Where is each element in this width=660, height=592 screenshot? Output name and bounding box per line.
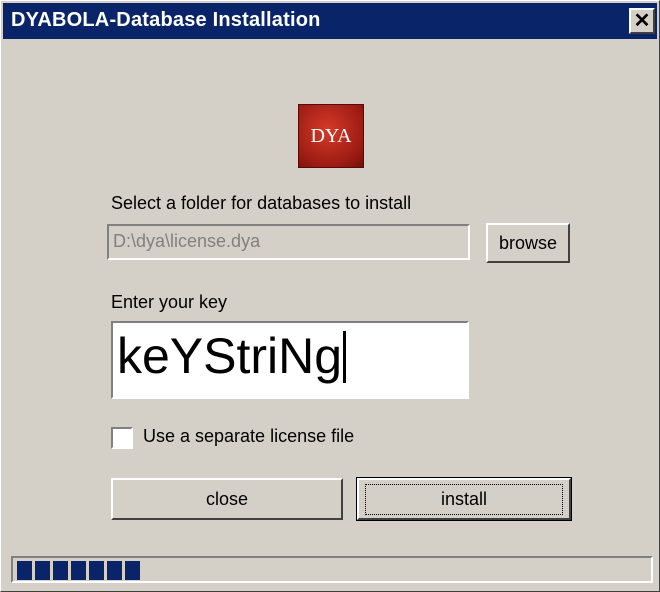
progress-block xyxy=(35,561,50,580)
install-button[interactable]: install xyxy=(356,477,572,521)
install-button-label: install xyxy=(364,483,564,515)
progress-block xyxy=(125,561,140,580)
separate-license-label[interactable]: Use a separate license file xyxy=(143,426,354,447)
folder-label: Select a folder for databases to install xyxy=(111,193,412,213)
separate-license-checkbox[interactable] xyxy=(111,427,133,449)
browse-button[interactable]: browse xyxy=(486,223,570,263)
close-window-button[interactable]: ✕ xyxy=(629,8,655,34)
text-caret xyxy=(343,331,347,383)
window-title: DYABOLA-Database Installation xyxy=(11,9,321,31)
status-bar xyxy=(11,556,653,583)
dya-logo: DYA xyxy=(298,104,364,168)
progress-block xyxy=(71,561,86,580)
installer-window: DYABOLA-Database Installation ✕ DYA Sele… xyxy=(0,0,660,592)
logo-text: DYA xyxy=(310,124,352,147)
close-button[interactable]: close xyxy=(111,478,343,520)
key-label: Enter your key xyxy=(111,292,228,312)
folder-path-field[interactable]: D:\dya\license.dya xyxy=(107,224,470,260)
progress-block xyxy=(89,561,104,580)
key-input[interactable]: keYStriNg xyxy=(111,321,469,399)
progress-block xyxy=(17,561,32,580)
key-value: keYStriNg xyxy=(117,328,343,384)
progress-block xyxy=(53,561,68,580)
progress-bar xyxy=(17,561,140,580)
browse-button-label: browse xyxy=(498,232,558,253)
close-button-label: close xyxy=(205,488,249,509)
title-bar[interactable]: DYABOLA-Database Installation ✕ xyxy=(3,3,657,39)
progress-block xyxy=(107,561,122,580)
close-icon: ✕ xyxy=(633,10,651,32)
